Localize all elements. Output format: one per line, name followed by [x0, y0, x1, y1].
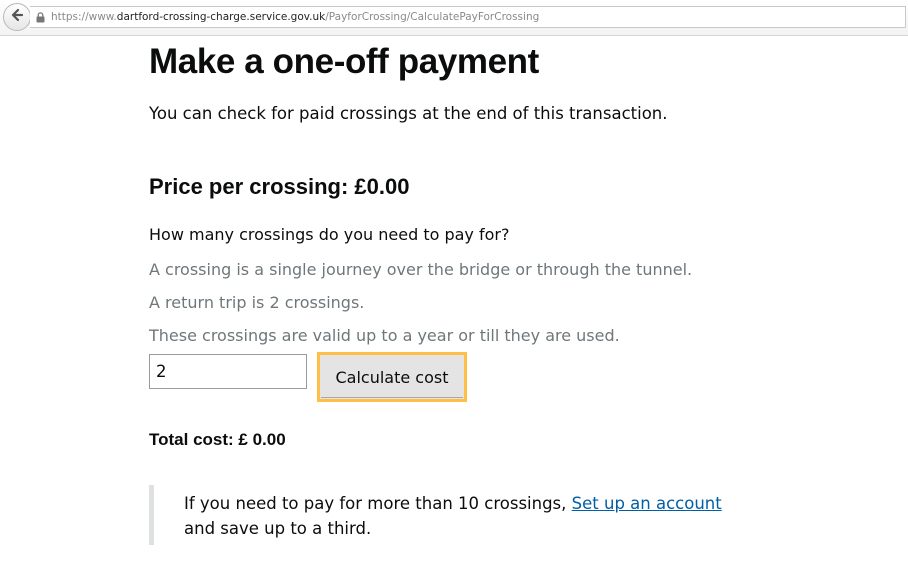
browser-toolbar: https://www.dartford-crossing-charge.ser…: [0, 0, 908, 36]
url-path: /PayforCrossing/CalculatePayForCrossing: [325, 11, 540, 23]
hint-validity: These crossings are valid up to a year o…: [149, 326, 620, 345]
hint-crossing-definition: A crossing is a single journey over the …: [149, 260, 693, 279]
back-button[interactable]: [3, 3, 31, 31]
set-up-account-link[interactable]: Set up an account: [572, 494, 722, 513]
total-cost: Total cost: £ 0.00: [149, 430, 286, 449]
back-arrow-icon: [9, 7, 25, 27]
price-heading: Price per crossing: £0.00: [149, 174, 410, 199]
crossings-quantity-input[interactable]: [149, 354, 307, 389]
lead-text: You can check for paid crossings at the …: [149, 104, 668, 123]
url-prefix: https://www.: [51, 11, 117, 23]
calculate-cost-button[interactable]: Calculate cost: [317, 352, 467, 402]
address-bar[interactable]: https://www.dartford-crossing-charge.ser…: [30, 6, 906, 28]
inset-text-after: and save up to a third.: [184, 519, 372, 538]
url-domain: dartford-crossing-charge.service.gov.uk: [116, 11, 326, 23]
hint-return-trip: A return trip is 2 crossings.: [149, 293, 365, 312]
account-inset: If you need to pay for more than 10 cros…: [149, 485, 749, 545]
url-text: https://www.dartford-crossing-charge.ser…: [51, 11, 539, 23]
page-title: Make a one-off payment: [149, 42, 539, 81]
crossings-question: How many crossings do you need to pay fo…: [149, 225, 510, 244]
inset-text-before: If you need to pay for more than 10 cros…: [184, 494, 572, 513]
lock-icon: [36, 11, 45, 23]
